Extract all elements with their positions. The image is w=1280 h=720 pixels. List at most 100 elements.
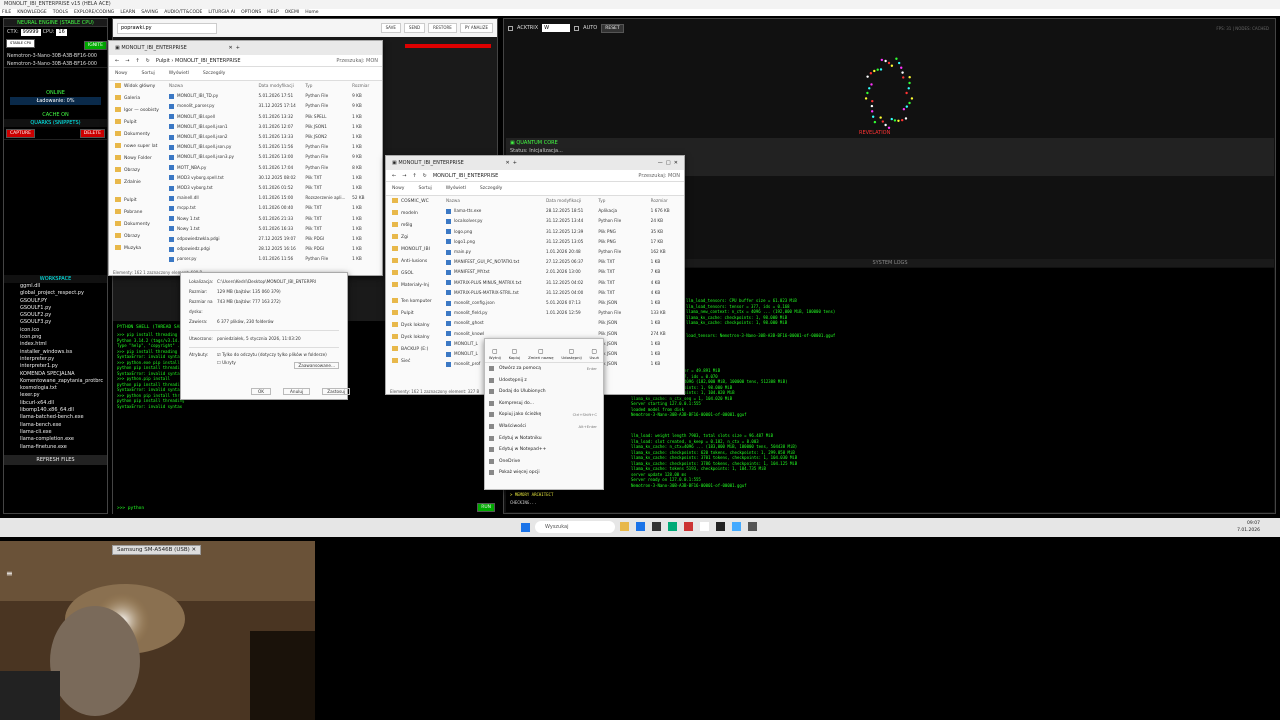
menu-icon[interactable]: ≡ xyxy=(6,569,13,578)
file-row[interactable]: MANIFEST_MY.txt 2.01.2026 13:00 Plik TXT 7 … xyxy=(446,267,684,277)
sidebar-item[interactable]: Obrazy xyxy=(109,165,165,177)
menu-item-4[interactable]: LEARN xyxy=(120,9,135,16)
menu-item-6[interactable]: AUDIO/TT&CODE xyxy=(164,9,202,16)
taskbar-search[interactable]: Wyszukaj xyxy=(535,521,615,533)
file-row[interactable]: logo.png 31.12.2025 12:39 Plik PNG 35 KB xyxy=(446,227,684,237)
file-row[interactable]: MOTT_NBA.py 5.01.2026 17:04 Python File 8 K… xyxy=(169,163,382,173)
toolbar-nowy[interactable]: Nowy xyxy=(115,71,127,76)
quick-action-4[interactable]: ▢ Usuń xyxy=(589,348,599,360)
explorer1-tab[interactable]: ▣ MONOLIT_IBI_ENTERPRISE ✕ + xyxy=(109,41,382,55)
menu-item-9[interactable]: HELP xyxy=(267,9,278,16)
taskbar-app-icon[interactable] xyxy=(620,522,629,531)
file-row[interactable]: Nowy 1.txt 5.01.2026 16:33 Plik TXT 1 KB xyxy=(169,224,382,234)
advanced-button[interactable]: Zaawansowane... xyxy=(294,362,339,369)
context-item[interactable]: Kompresuj do... xyxy=(485,398,603,410)
taskbar-app-icon[interactable] xyxy=(700,522,709,531)
taskbar-app-icon[interactable] xyxy=(636,522,645,531)
editor-button-3[interactable]: PY ANALIZE xyxy=(459,23,493,33)
file-row[interactable]: MATRIX-PLUS-MATRIX-STRIL.txt 31.12.2025 0… xyxy=(446,288,684,298)
workspace-file[interactable]: GSOULF3.py xyxy=(20,319,107,326)
file-row[interactable]: Nowy 1.txt 5.01.2026 21:33 Plik TXT 1 KB xyxy=(169,214,382,224)
shell-prompt[interactable]: >>> python xyxy=(117,506,144,511)
workspace-file[interactable]: llama-completion.exe xyxy=(20,436,107,443)
sidebar-item[interactable]: Materiały-Inj xyxy=(386,280,442,292)
sidebar-item[interactable]: Anti-lusions xyxy=(386,256,442,268)
file-row[interactable]: monolit_field.py 1.01.2026 12:59 Python Fi… xyxy=(446,308,684,318)
menu-item-1[interactable]: KNOWLEDGE xyxy=(17,9,46,16)
editor-button-1[interactable]: SEND xyxy=(403,23,426,33)
editor-button-0[interactable]: SAVE xyxy=(380,23,401,33)
menu-item-2[interactable]: TOOLS xyxy=(53,9,68,16)
column-header[interactable]: Rozmiar xyxy=(352,81,382,91)
taskbar-clock[interactable]: 09:07 7.01.2026 xyxy=(1237,520,1260,534)
menu-item-5[interactable]: SAVING xyxy=(141,9,158,16)
up-icon[interactable]: ↑ xyxy=(135,55,139,66)
workspace-file[interactable]: Komentowane_zapytania_protbrc xyxy=(20,378,107,385)
workspace-file[interactable]: ggml.dll xyxy=(20,283,107,290)
taskbar-app-icon[interactable] xyxy=(668,522,677,531)
workspace-file[interactable]: GSOULF2.py xyxy=(20,312,107,319)
workspace-file[interactable]: libomp140.x86_64.dll xyxy=(20,407,107,414)
sidebar-item[interactable]: Pulpit xyxy=(109,117,165,129)
taskbar-app-icon[interactable] xyxy=(748,522,757,531)
workspace-file[interactable]: icon.ico xyxy=(20,327,107,334)
explorer2-search[interactable]: Przeszukaj: MON xyxy=(638,170,684,181)
context-item[interactable]: OneDrive xyxy=(485,456,603,468)
forward-icon[interactable]: → xyxy=(125,55,129,66)
file-row[interactable]: monolit_parser.py 31.12.2025 17:14 Python … xyxy=(169,101,382,111)
toolbar-wyświetl[interactable]: Wyświetl xyxy=(446,186,466,191)
cpu-input[interactable]: 16 xyxy=(56,28,67,36)
apply-button[interactable]: Zastosuj xyxy=(322,388,351,395)
context-item[interactable]: Właściwości Alt+Enter xyxy=(485,421,603,433)
workspace-file[interactable]: GSOULF1.py xyxy=(20,305,107,312)
file-row[interactable]: MATRIX-PLUS MINUS_MATRIX.txt 31.12.2025 0… xyxy=(446,278,684,288)
editor-button-2[interactable]: RESTORE xyxy=(428,23,457,33)
up-icon[interactable]: ↑ xyxy=(412,170,416,181)
file-row[interactable]: logo1.png 31.12.2025 13:05 Plik PNG 17 KB xyxy=(446,237,684,247)
breadcrumb-part[interactable]: Pulpit xyxy=(156,58,170,64)
acktrix-checkbox[interactable] xyxy=(508,25,513,31)
file-row[interactable]: MONOLIT_IBI.spell.json1 3.01.2026 12:07 Pl… xyxy=(169,122,382,132)
sidebar-item[interactable]: Dysk lokalny xyxy=(386,320,442,332)
sidebar-item[interactable]: modeln xyxy=(386,208,442,220)
toolbar-szczegóły[interactable]: Szczegóły xyxy=(203,71,225,76)
explorer2-tab[interactable]: ▣ MONOLIT_IBI_ENTERPRISE ✕ + — □ ✕ xyxy=(386,156,684,170)
sidebar-item[interactable]: nowe super lat xyxy=(109,141,165,153)
workspace-file[interactable]: KOMENDA SPECJALNA xyxy=(20,371,107,378)
menu-item-3[interactable]: EXPLORE/CODING xyxy=(74,9,114,16)
breadcrumb-part[interactable]: MONOLIT_IBI_ENTERPRISE xyxy=(175,58,241,64)
workspace-file[interactable]: GSOULF.PY xyxy=(20,298,107,305)
context-item[interactable]: Pokaż więcej opcji xyxy=(485,467,603,479)
explorer2-breadcrumb[interactable]: MONOLIT_IBI_ENTERPRISE xyxy=(433,170,499,181)
sidebar-item[interactable]: MONOLIT_IBI xyxy=(386,244,442,256)
reset-button[interactable]: RESET xyxy=(601,23,624,33)
column-header[interactable]: Data modyfikacji xyxy=(258,81,305,91)
toolbar-nowy[interactable]: Nowy xyxy=(392,186,404,191)
workspace-file[interactable]: global_project_respect.py xyxy=(20,290,107,297)
workspace-file[interactable]: interpreter.py xyxy=(20,356,107,363)
context-item[interactable]: Otwórz za pomocą Enter xyxy=(485,363,603,375)
sidebar-item[interactable]: m6lg xyxy=(386,220,442,232)
sidebar-item[interactable]: Nowy Folder xyxy=(109,153,165,165)
sidebar-item[interactable]: Zdalnie xyxy=(109,177,165,189)
workspace-file[interactable]: icon.png xyxy=(20,334,107,341)
file-row[interactable]: MOD3 vyborg.spell.txt 30.12.2025 08:02 Pli… xyxy=(169,173,382,183)
file-row[interactable]: odpowiedz.pdgi 28.12.2025 16:16 Plik PDGI 1… xyxy=(169,244,382,254)
model-item[interactable]: Nemotron-3-Nano-30B-A3B-BF16-000 xyxy=(7,53,107,61)
workspace-file[interactable]: index.html xyxy=(20,341,107,348)
delete-button[interactable]: DELETE xyxy=(79,128,105,138)
file-row[interactable]: MONOLIT_IBI.spell.json2 5.01.2026 13:33 Pl… xyxy=(169,132,382,142)
stable-toggle[interactable]: STABLE CPU xyxy=(6,39,36,48)
file-row[interactable]: llama-tts.exe 28.12.2025 18:51 Aplikacja 1 … xyxy=(446,206,684,216)
sidebar-item[interactable]: Widok główny xyxy=(109,81,165,93)
file-row[interactable]: odpowiedzwkla.pdgi 27.12.2025 19:07 Plik P… xyxy=(169,234,382,244)
sidebar-item[interactable]: COSMIC_WC xyxy=(386,196,442,208)
refresh-files-button[interactable]: REFRESH FILES xyxy=(4,454,107,465)
quick-action-1[interactable]: ▢ Kopiuj xyxy=(509,348,521,360)
taskbar-app-icon[interactable] xyxy=(716,522,725,531)
sidebar-item[interactable]: Muzyka xyxy=(109,243,165,255)
toolbar-sortuj[interactable]: Sortuj xyxy=(141,71,154,76)
context-item[interactable]: Edytuj w Notepad++ xyxy=(485,444,603,456)
column-header[interactable]: Typ xyxy=(305,81,352,91)
workspace-file[interactable]: llama-bench.exe xyxy=(20,422,107,429)
